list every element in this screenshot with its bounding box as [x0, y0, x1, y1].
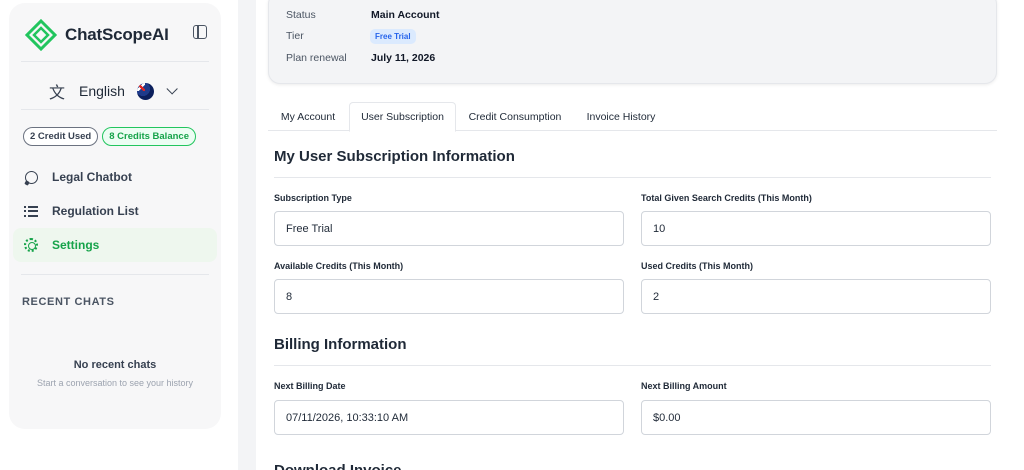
credits-balance-badge: 8 Credits Balance — [102, 127, 196, 146]
total-credits-label: Total Given Search Credits (This Month) — [641, 193, 812, 203]
chat-bubble-icon — [23, 169, 39, 185]
sidebar: ChatScopeAI 文 English 2 Credit Used 8 Cr… — [9, 3, 221, 429]
sidebar-toggle-icon[interactable] — [193, 25, 207, 39]
status-key: Status — [286, 9, 316, 21]
empty-state-subtitle: Start a conversation to see your history — [36, 378, 194, 388]
total-credits-field[interactable]: 10 — [641, 211, 991, 246]
subscription-type-field[interactable]: Free Trial — [274, 211, 624, 246]
divider — [274, 365, 991, 366]
sidebar-item-label: Legal Chatbot — [52, 170, 132, 184]
divider — [21, 109, 209, 110]
empty-state-title: No recent chats — [73, 359, 157, 371]
language-selector[interactable]: 文 English — [49, 79, 178, 103]
next-billing-amount-field[interactable]: $0.00 — [641, 400, 991, 435]
download-invoice-heading: Download Invoice — [274, 462, 402, 470]
renewal-value: July 11, 2026 — [371, 52, 436, 64]
renewal-key: Plan renewal — [286, 52, 347, 64]
chevron-down-icon — [166, 83, 178, 95]
used-credits-field[interactable]: 2 — [641, 279, 991, 314]
divider — [21, 61, 209, 62]
sidebar-item-label: Regulation List — [52, 204, 139, 218]
tab-my-account[interactable]: My Account — [268, 102, 348, 131]
subscription-heading: My User Subscription Information — [274, 148, 515, 165]
credits-used-badge: 2 Credit Used — [23, 127, 99, 146]
next-billing-date-field[interactable]: 07/11/2026, 10:33:10 AM — [274, 400, 624, 435]
settings-tabs: My Account User Subscription Credit Cons… — [268, 102, 997, 132]
tab-credit-consumption[interactable]: Credit Consumption — [458, 102, 572, 131]
credit-badges: 2 Credit Used 8 Credits Balance — [23, 127, 196, 146]
sidebar-item-legal-chatbot[interactable]: Legal Chatbot — [13, 160, 217, 194]
sidebar-item-settings[interactable]: Settings — [13, 228, 217, 262]
next-billing-date-label: Next Billing Date — [274, 381, 346, 391]
status-value: Main Account — [371, 9, 440, 21]
list-icon — [23, 203, 39, 219]
divider — [21, 274, 209, 275]
available-credits-field[interactable]: 8 — [274, 279, 624, 314]
tier-badge: Free Trial — [370, 29, 416, 44]
tier-key: Tier — [286, 30, 304, 42]
gear-icon — [23, 237, 39, 253]
subscription-type-label: Subscription Type — [274, 193, 352, 203]
flag-icon — [136, 82, 154, 100]
next-billing-amount-label: Next Billing Amount — [641, 381, 727, 391]
logo-icon — [25, 19, 57, 51]
tab-invoice-history[interactable]: Invoice History — [574, 102, 668, 131]
billing-heading: Billing Information — [274, 336, 407, 353]
brand[interactable]: ChatScopeAI — [25, 15, 205, 55]
translate-icon: 文 — [49, 85, 66, 102]
available-credits-label: Available Credits (This Month) — [274, 261, 404, 271]
recent-chats-heading: RECENT CHATS — [22, 296, 115, 308]
brand-name: ChatScopeAI — [65, 25, 169, 44]
language-label: English — [79, 83, 125, 99]
tab-user-subscription[interactable]: User Subscription — [349, 102, 456, 132]
sidebar-item-regulation-list[interactable]: Regulation List — [13, 194, 217, 228]
used-credits-label: Used Credits (This Month) — [641, 261, 753, 271]
sidebar-item-label: Settings — [52, 238, 100, 252]
divider — [274, 177, 991, 178]
